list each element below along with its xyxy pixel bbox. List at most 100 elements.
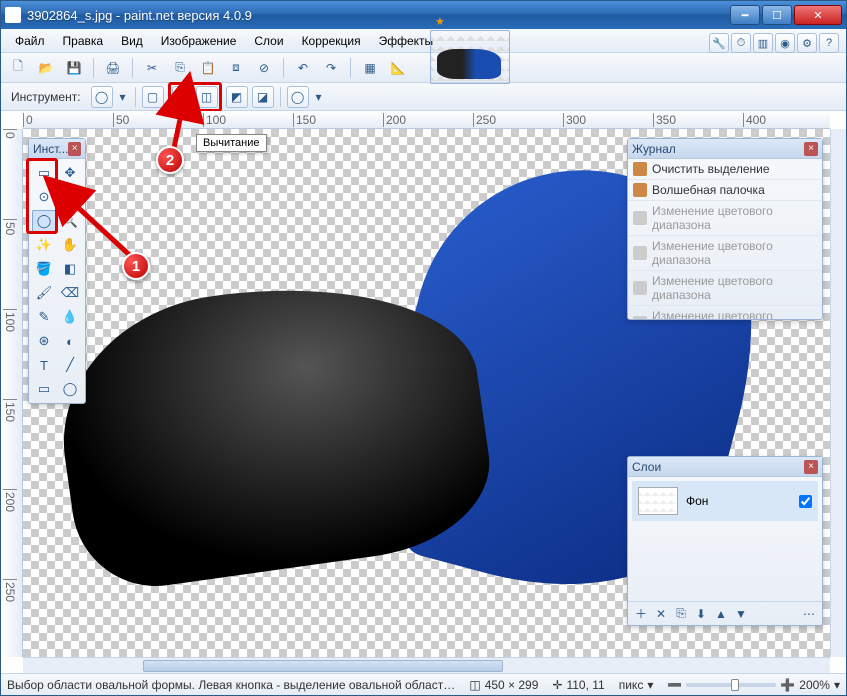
grid-icon[interactable]: ▦ <box>359 57 381 79</box>
help-icon[interactable]: ? <box>819 33 839 53</box>
layers-toggle-icon[interactable]: ▥ <box>753 33 773 53</box>
tools-panel-title: Инст... <box>33 142 68 156</box>
delete-layer-icon[interactable]: ✕ <box>652 605 670 623</box>
line-tool[interactable]: ╱ <box>58 354 82 376</box>
duplicate-layer-icon[interactable]: ⎘ <box>672 605 690 623</box>
move-up-icon[interactable]: ▲ <box>712 605 730 623</box>
statusbar: Выбор области овальной формы. Левая кноп… <box>1 673 846 695</box>
ruler-icon: ◫ <box>469 678 480 692</box>
lasso-tool[interactable]: ⊙ <box>32 186 56 208</box>
tool-options-bar: Инструмент: ◯ ▾ ▢ ▣ ◫ ◩ ◪ ◯ ▾ <box>1 83 846 111</box>
ellipse-shape-tool[interactable]: ◯ <box>58 378 82 400</box>
layer-row[interactable]: Фон <box>632 481 818 521</box>
layers-footer: ＋ ✕ ⎘ ⬇ ▲ ▼ ⋯ <box>628 601 822 625</box>
cut-icon[interactable]: ✂ <box>141 57 163 79</box>
document-thumbnail[interactable] <box>430 30 510 84</box>
settings-icon[interactable]: ⚙ <box>797 33 817 53</box>
undo-icon[interactable]: ↶ <box>292 57 314 79</box>
history-list[interactable]: Очистить выделениеВолшебная палочкаИзмен… <box>628 159 822 319</box>
text-tool[interactable]: T <box>32 354 56 376</box>
menu-layers[interactable]: Слои <box>246 31 291 51</box>
tool-label: Инструмент: <box>11 90 81 104</box>
recolor-tool[interactable]: ◐ <box>58 330 82 352</box>
pencil-tool[interactable]: ✎ <box>32 306 56 328</box>
close-icon[interactable]: × <box>804 460 818 474</box>
tools-toggle-icon[interactable]: 🔧 <box>709 33 729 53</box>
picker-tool[interactable]: 💧 <box>58 306 82 328</box>
menu-edit[interactable]: Правка <box>55 31 112 51</box>
app-icon <box>5 7 21 23</box>
fill-tool[interactable]: 🪣 <box>32 258 56 280</box>
selection-replace-icon[interactable]: ▢ <box>142 86 164 108</box>
deselect-icon[interactable]: ⊘ <box>253 57 275 79</box>
rect-select-tool[interactable]: ▭ <box>32 162 56 184</box>
minimize-button[interactable]: ━ <box>730 5 760 25</box>
history-item[interactable]: Изменение цветового диапазона <box>628 271 822 306</box>
move-down-icon[interactable]: ▼ <box>732 605 750 623</box>
crop-icon[interactable]: ⧈ <box>225 57 247 79</box>
move-selection-tool[interactable]: ✥ <box>58 162 82 184</box>
history-item[interactable]: Волшебная палочка <box>628 180 822 201</box>
selection-shape-dropdown-icon[interactable]: ▾ <box>313 86 325 108</box>
layer-props-icon[interactable]: ⋯ <box>800 605 818 623</box>
layer-visible-checkbox[interactable] <box>799 495 812 508</box>
scrollbar-vertical[interactable] <box>830 129 846 657</box>
print-icon[interactable]: 🖨 <box>102 57 124 79</box>
annotation-callout-2: 2 <box>156 146 184 174</box>
add-layer-icon[interactable]: ＋ <box>632 605 650 623</box>
merge-layer-icon[interactable]: ⬇ <box>692 605 710 623</box>
save-icon[interactable]: 💾 <box>63 57 85 79</box>
layers-panel-title: Слои <box>632 460 661 474</box>
selection-shape-icon[interactable]: ◯ <box>287 86 309 108</box>
history-item[interactable]: Изменение цветового диапазона <box>628 306 822 319</box>
main-toolbar: 🗋 📂 💾 🖨 ✂ ⎘ 📋 ⧈ ⊘ ↶ ↷ ▦ 📐 <box>1 53 846 83</box>
window-title: 3902864_s.jpg - paint.net версия 4.0.9 <box>27 8 730 23</box>
history-toggle-icon[interactable]: ⏱ <box>731 33 751 53</box>
history-item[interactable]: Изменение цветового диапазона <box>628 201 822 236</box>
zoom-slider[interactable] <box>686 683 776 687</box>
brush-tool[interactable]: 🖌 <box>32 282 56 304</box>
clone-tool[interactable]: ⊛ <box>32 330 56 352</box>
scrollbar-thumb[interactable] <box>143 660 503 672</box>
rect-shape-tool[interactable]: ▭ <box>32 378 56 400</box>
selection-invert-icon[interactable]: ◪ <box>252 86 274 108</box>
history-item[interactable]: Очистить выделение <box>628 159 822 180</box>
annotation-callout-1: 1 <box>122 252 150 280</box>
eraser-tool[interactable]: ⌫ <box>58 282 82 304</box>
zoom-out-icon[interactable]: ➖ <box>667 678 682 692</box>
tool-selector-icon[interactable]: ◯ <box>91 86 113 108</box>
aux-toolbar: 🔧 ⏱ ▥ ◉ ⚙ ? <box>709 33 839 53</box>
scrollbar-horizontal[interactable] <box>23 657 830 673</box>
layer-name: Фон <box>686 494 708 508</box>
paste-icon[interactable]: 📋 <box>197 57 219 79</box>
status-dimensions: 450 × 299 <box>485 678 539 692</box>
close-icon[interactable]: × <box>804 142 818 156</box>
zoom-level[interactable]: 200% <box>799 678 830 692</box>
close-icon[interactable]: × <box>68 142 81 156</box>
magic-wand-tool[interactable]: ✨ <box>32 234 56 256</box>
copy-icon[interactable]: ⎘ <box>169 57 191 79</box>
redo-icon[interactable]: ↷ <box>320 57 342 79</box>
ellipse-select-tool[interactable]: ◯ <box>32 210 56 232</box>
tool-dropdown-icon[interactable]: ▾ <box>117 86 129 108</box>
menu-adjust[interactable]: Коррекция <box>294 31 369 51</box>
colors-toggle-icon[interactable]: ◉ <box>775 33 795 53</box>
ruler-horizontal: 050100150200250300350400 <box>23 111 830 129</box>
menu-image[interactable]: Изображение <box>153 31 245 51</box>
status-position: 110, 11 <box>566 678 604 692</box>
menu-file[interactable]: Файл <box>7 31 53 51</box>
history-panel: Журнал × Очистить выделениеВолшебная пало… <box>627 138 823 320</box>
history-item[interactable]: Изменение цветового диапазона <box>628 236 822 271</box>
layers-panel: Слои × Фон ＋ ✕ ⎘ ⬇ ▲ ▼ ⋯ <box>627 456 823 626</box>
new-icon[interactable]: 🗋 <box>7 57 29 79</box>
open-icon[interactable]: 📂 <box>35 57 57 79</box>
menu-view[interactable]: Вид <box>113 31 151 51</box>
unit-selector[interactable]: пикс ▾ <box>619 678 654 692</box>
zoom-in-icon[interactable]: ➕ <box>780 678 795 692</box>
ruler-icon[interactable]: 📐 <box>387 57 409 79</box>
close-button[interactable]: ✕ <box>794 5 842 25</box>
cursor-icon: ✛ <box>552 678 562 692</box>
history-panel-title: Журнал <box>632 142 676 156</box>
maximize-button[interactable]: ☐ <box>762 5 792 25</box>
selection-intersect-icon[interactable]: ◩ <box>226 86 248 108</box>
